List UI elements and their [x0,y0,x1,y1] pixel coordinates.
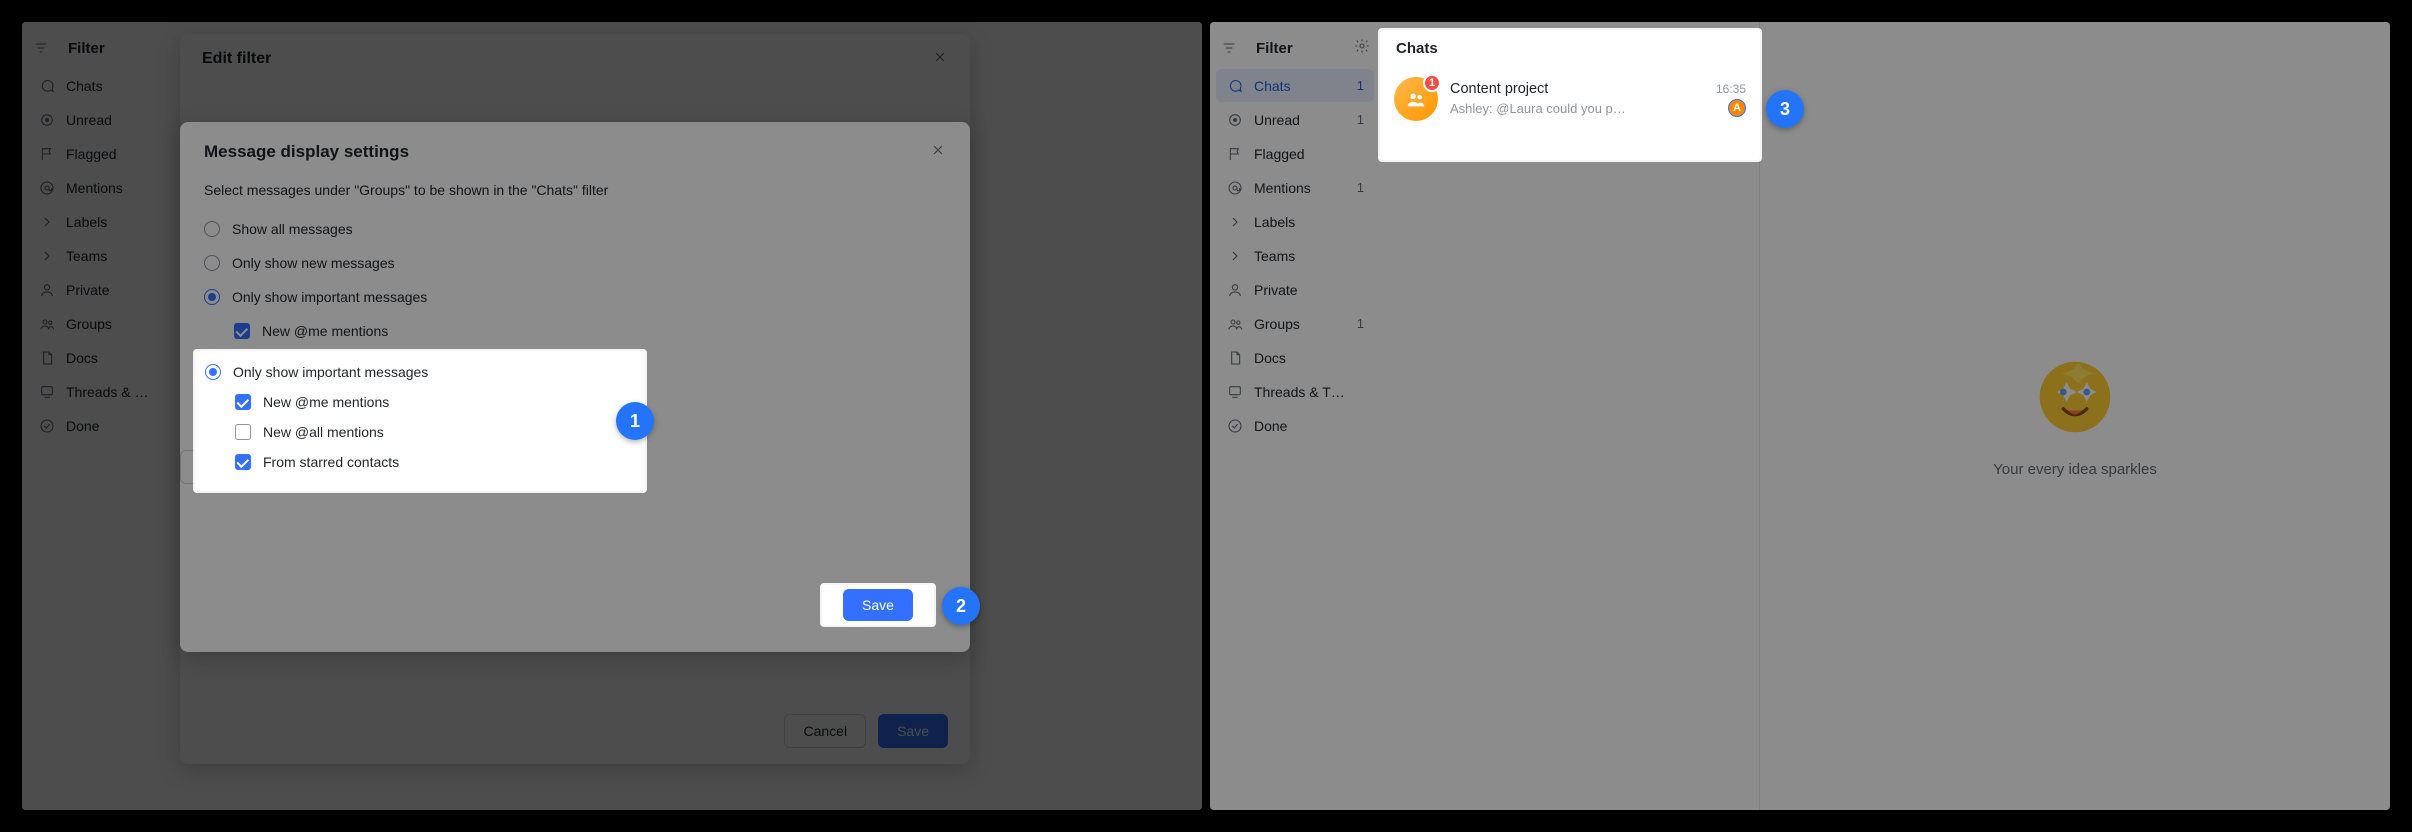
sidebar-item-labels[interactable]: Labels [1216,205,1374,238]
thread-icon [1226,383,1244,401]
sidebar-item-label: Mentions [1254,180,1311,196]
sidebar-item-label: Docs [1254,350,1286,366]
checkbox-label: New @all mentions [262,357,383,373]
sidebar-item-label: Threads & T… [1254,384,1345,400]
checkbox-icon [234,391,250,407]
sidebar-item-label: Groups [1254,316,1300,332]
sidebar-item-private[interactable]: Private [1216,273,1374,306]
sidebar-item-threads[interactable]: Threads & T… [1216,375,1374,408]
unread-icon [1226,111,1244,129]
sidebar-item-label: Done [1254,418,1287,434]
radio-icon [204,425,220,441]
done-icon [1226,417,1244,435]
gear-icon[interactable] [1354,38,1370,59]
right-screenshot: Filter Chats 1 Unread 1 Flagged Mentions 1 … [1210,22,2390,810]
checkbox-label: New @me mentions [262,323,388,339]
sidebar-item-label: Unread [1254,112,1300,128]
message-display-modal: Message display settings Select messages… [180,122,970,652]
chevron-right-icon [1226,213,1244,231]
radio-label: Only show important messages [232,289,427,305]
mention-badge: A [1727,96,1745,114]
radio-only-new[interactable]: Only show new messages [204,246,946,280]
checkbox-icon [234,323,250,339]
callout-1: 1 [616,402,654,440]
close-icon[interactable] [930,142,946,163]
chat-preview: Ashley: @Laura could you p… [1450,98,1721,113]
sidebar-header: Filter [1210,28,1380,68]
checkbox-at-all[interactable]: New @all mentions [204,348,946,382]
radio-do-not-show[interactable]: Do not show [204,416,946,450]
chevron-right-icon [1226,247,1244,265]
filter-icon [1220,39,1238,57]
sidebar-item-label: Private [1254,282,1298,298]
checkbox-at-me[interactable]: New @me mentions [204,314,946,348]
sidebar-item-groups[interactable]: Groups 1 [1216,307,1374,340]
unread-badge: 1 [1423,71,1441,89]
callout-2: 2 [942,587,980,625]
radio-label: Do not show [232,425,310,441]
callout-3: 3 [1766,90,1804,128]
sidebar-item-label: Teams [1254,248,1295,264]
people-icon [1226,315,1244,333]
left-screenshot: Filter Chats Unread Flagged Mentions Lab… [22,22,1202,810]
checkbox-icon [234,357,250,373]
checkbox-label: From starred contacts [262,391,398,407]
checkbox-starred[interactable]: From starred contacts [204,382,946,416]
sidebar: Filter Chats1 Unread1 Flagged Mentions1 … [1210,22,1380,810]
radio-icon [204,289,220,305]
radio-only-important[interactable]: Only show important messages [204,280,946,314]
sidebar-item-teams[interactable]: Teams [1216,239,1374,272]
sidebar-item-mentions[interactable]: Mentions 1 [1216,171,1374,204]
empty-main-area: Your every idea sparkles [1760,22,2390,810]
person-icon [1226,281,1244,299]
chat-list-column: Chats 1 Content project 16:35 Ashley: @L… [1380,22,1760,810]
sidebar-item-label: Labels [1254,214,1295,230]
chat-avatar: 1 [1394,74,1438,118]
message-display-title: Message display settings [204,142,409,162]
sidebar-item-docs[interactable]: Docs [1216,341,1374,374]
sidebar-item-chats[interactable]: Chats 1 [1216,69,1374,102]
sidebar-title: Filter [1256,40,1293,57]
chat-title: Content project [1450,78,1548,94]
radio-show-all[interactable]: Show all messages [204,212,946,246]
save-button[interactable]: Save [266,450,336,484]
sidebar-item-count: 1 [1357,112,1364,127]
empty-state-text: Your every idea sparkles [1993,461,2157,478]
sidebar-item-label: Chats [1254,78,1291,94]
doc-icon [1226,349,1244,367]
radio-label: Show all messages [232,221,353,237]
flag-icon [1226,145,1244,163]
sidebar-item-count: 1 [1357,316,1364,331]
chat-row[interactable]: 1 Content project 16:35 Ashley: @Laura c… [1380,62,1759,130]
radio-icon [204,221,220,237]
sidebar-item-done[interactable]: Done [1216,409,1374,442]
cancel-button[interactable]: Cancel [180,450,262,484]
chat-list-title: Chats [1380,22,1759,62]
radio-label: Only show new messages [232,255,395,271]
sidebar-item-flagged[interactable]: Flagged [1216,137,1374,170]
sidebar-item-unread[interactable]: Unread 1 [1216,103,1374,136]
chat-meta: Content project 16:35 Ashley: @Laura cou… [1450,78,1745,114]
sparkle-emoji-icon [2033,355,2117,439]
message-display-desc: Select messages under "Groups" to be sho… [180,182,970,212]
sidebar-item-count: 1 [1357,180,1364,195]
chat-time: 16:35 [1715,79,1745,93]
chat-icon [1226,77,1244,95]
sidebar-item-count: 1 [1357,78,1364,93]
mention-icon [1226,179,1244,197]
radio-icon [204,255,220,271]
sidebar-item-label: Flagged [1254,146,1305,162]
options-list: Show all messages Only show new messages… [180,212,970,450]
